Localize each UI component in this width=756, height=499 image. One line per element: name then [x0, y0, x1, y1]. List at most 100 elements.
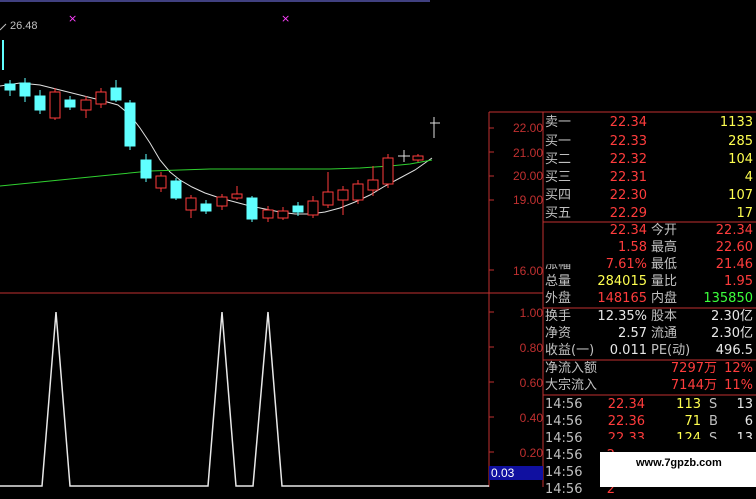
bid-volume: 17: [736, 206, 753, 221]
candle-body: [216, 196, 228, 207]
flow-value: 7144万: [670, 378, 717, 393]
stats-value: 496.5: [715, 343, 753, 358]
axis-label-06: 0.60: [519, 376, 543, 390]
stats-value: 22.60: [715, 240, 753, 255]
tick-side: B: [709, 414, 718, 429]
bid-price: 22.29: [609, 206, 647, 221]
tick-time: 14:56: [545, 414, 583, 429]
stats-value: 148165: [597, 291, 647, 306]
ask-volume: 1133: [719, 115, 753, 130]
axis-label-20: 20.00: [512, 169, 543, 183]
bid-price: 22.32: [609, 152, 647, 167]
stats-label: 今开: [651, 223, 678, 238]
bid-volume: 107: [728, 188, 753, 203]
stats-label: 内盘: [651, 291, 678, 306]
price-marker-1: ×: [68, 12, 78, 25]
bid-price: 22.30: [609, 188, 647, 203]
stats-value: 22.34: [609, 223, 647, 238]
indicator-line: [0, 311, 489, 487]
bid-row-5[interactable]: 买五 22.29 17: [543, 205, 756, 223]
candle-body: [246, 197, 258, 220]
stats-value: 0.011: [609, 343, 647, 358]
axis-label-22: 22.00: [512, 121, 543, 135]
stats-row: 换手 12.35% 股本 2.30亿: [543, 308, 756, 326]
stats-value: 12.35%: [597, 309, 647, 324]
bid-label: 买四: [545, 188, 572, 203]
bid-row-4[interactable]: 买四 22.30 107: [543, 187, 756, 205]
tick-time: 14:56: [545, 482, 583, 497]
stats-row: 净资 2.57 流通 2.30亿: [543, 325, 756, 343]
candle-body: [307, 200, 319, 216]
tick-volume: 124: [676, 431, 701, 446]
stats-row: 收益(一) 0.011 PE(动) 496.5: [543, 342, 756, 360]
candle-body: [140, 159, 152, 179]
bid-label: 买二: [545, 152, 572, 167]
stats-value: 2.30亿: [711, 309, 753, 324]
tick-price: 22.34: [607, 397, 645, 412]
candle-body: [185, 197, 197, 211]
candle-body: [64, 99, 76, 108]
ask-row[interactable]: 卖一 22.34 1133: [543, 114, 756, 132]
flow-pct: 11%: [724, 378, 753, 393]
stats-row: 1.58 最高 22.60: [543, 239, 756, 257]
candle-body: [34, 95, 46, 111]
flow-panel: 净流入额 7297万 12% 大宗流入 7144万 11%: [543, 360, 756, 395]
price-marker-2: ×: [281, 12, 291, 25]
bid-volume: 285: [728, 134, 753, 149]
watermark-text: www.7gpzb.com: [636, 457, 722, 469]
flow-row: 净流入额 7297万 12%: [543, 360, 756, 378]
bid-row-2[interactable]: 买二 22.32 104: [543, 151, 756, 169]
tick-row[interactable]: 14:56 22.33 124 S 13: [543, 430, 756, 448]
candle-body: [110, 87, 122, 101]
tick-row[interactable]: 14:56 22.34 113 S 13: [543, 396, 756, 414]
candle-body: [262, 209, 274, 219]
candle-body: [95, 91, 107, 105]
flow-pct: 12%: [724, 361, 753, 376]
tick-price: 22.36: [607, 414, 645, 429]
stats-value: 7.61%: [605, 257, 647, 272]
tick-time: 14:56: [545, 431, 583, 446]
top-price-label: 26.48: [10, 20, 38, 32]
tick-price: 22.33: [607, 431, 645, 446]
stats-value: 1.58: [618, 240, 647, 255]
axis-label-16: 16.00: [512, 264, 543, 278]
flow-value: 7297万: [670, 361, 717, 376]
bid-label: 买五: [545, 206, 572, 221]
stats-label: 流通: [651, 326, 678, 341]
bid-label: 买一: [545, 134, 572, 149]
stats-label: 净资: [545, 326, 572, 341]
tick-row[interactable]: 14:56 22.36 71 B 6: [543, 413, 756, 431]
candle-body: [382, 157, 394, 185]
axis-label-08: 0.80: [519, 341, 543, 355]
axis-label-19: 19.00: [512, 193, 543, 207]
stats-value: 21.46: [715, 257, 753, 272]
candle-body: [155, 175, 167, 189]
candle-body: [337, 189, 349, 201]
axis-label-04: 0.40: [519, 411, 543, 425]
bid-price: 22.31: [609, 170, 647, 185]
bid-row-3[interactable]: 买三 22.31 4: [543, 169, 756, 187]
watermark: www.7gpzb.com: [600, 452, 756, 487]
candle-body: [352, 183, 364, 201]
tick-side: S: [709, 397, 718, 412]
tick-time: 14:56: [545, 448, 583, 463]
bid-label: 买三: [545, 170, 572, 185]
bid-price: 22.33: [609, 134, 647, 149]
bid-row-1[interactable]: 买一 22.33 285: [543, 133, 756, 151]
stats-label: 涨幅: [545, 257, 572, 272]
candle-body: [412, 155, 424, 161]
flow-label: 净流入额: [545, 361, 598, 376]
tick-count: 13: [736, 431, 753, 446]
stats-value: 284015: [597, 274, 647, 289]
ma-line-green: [0, 159, 433, 187]
stats-label: 股本: [651, 309, 678, 324]
stats-row: 涨幅 7.61% 最低 21.46: [543, 256, 756, 274]
tick-time: 14:56: [545, 465, 583, 480]
candle-body: [322, 191, 334, 206]
candle-body: [292, 205, 304, 213]
stats-row: 22.34 今开 22.34: [543, 222, 756, 240]
stats-value: 135850: [703, 291, 753, 306]
flow-label: 大宗流入: [545, 378, 598, 393]
ask-price: 22.34: [609, 115, 647, 130]
stats-label: 换手: [545, 309, 572, 324]
